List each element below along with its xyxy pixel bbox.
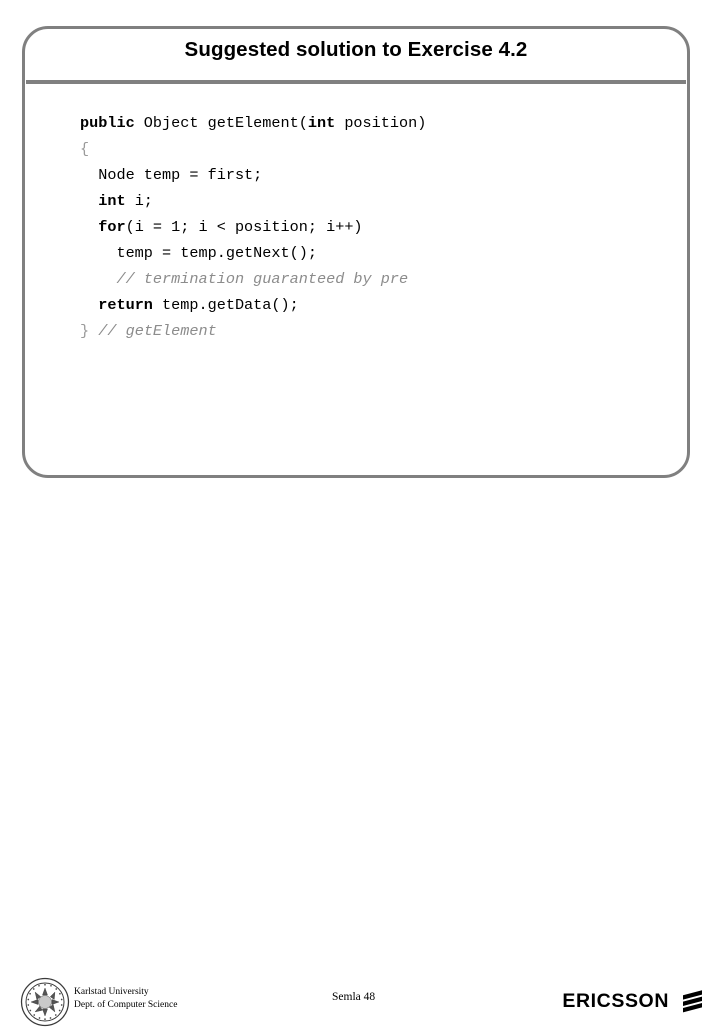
code-line: for(i = 1; i < position; i++) <box>80 214 640 240</box>
code-token-kw: return <box>98 296 153 314</box>
ericsson-wordmark: ERICSSON <box>562 989 669 1012</box>
code-token-plain: Node temp = first; <box>80 166 263 184</box>
code-token-plain: i; <box>125 192 153 210</box>
university-name: Karlstad University <box>74 987 149 997</box>
code-token-kw: int <box>98 192 126 210</box>
code-listing: public Object getElement(int position){ … <box>80 110 640 344</box>
university-affiliation: Karlstad University Dept. of Computer Sc… <box>74 986 177 1011</box>
page-title: Suggested solution to Exercise 4.2 <box>184 38 528 61</box>
code-token-comment: // getElement <box>98 322 217 340</box>
code-token-plain: temp = temp.getNext(); <box>80 244 317 262</box>
ericsson-logo: ERICSSON <box>562 988 706 1014</box>
code-line: Node temp = first; <box>80 162 640 188</box>
code-line: int i; <box>80 188 640 214</box>
karlstad-university-seal-icon <box>20 977 70 1027</box>
code-token-punct: } <box>80 322 90 340</box>
code-line: return temp.getData(); <box>80 292 640 318</box>
code-token-kw: for <box>98 218 126 236</box>
code-token-comment: // termination guaranteed by pre <box>116 270 409 288</box>
title-divider <box>26 80 686 84</box>
code-token-kw: public <box>80 114 135 132</box>
code-token-plain: (i = 1; i < position; i++) <box>125 218 363 236</box>
code-token-kw: int <box>307 114 336 132</box>
code-token-plain: Object getElement( <box>134 114 308 132</box>
title-block: Suggested solution to Exercise 4.2 <box>22 38 690 62</box>
slide-footer: Karlstad University Dept. of Computer Sc… <box>0 488 720 1027</box>
code-line: // termination guaranteed by pre <box>80 266 640 292</box>
ericsson-bars-icon <box>683 990 702 1013</box>
university-department: Dept. of Computer Science <box>74 999 178 1010</box>
code-line: } // getElement <box>80 318 640 344</box>
code-line: public Object getElement(int position) <box>80 110 640 136</box>
code-line: { <box>80 136 640 162</box>
code-token-punct: { <box>80 140 90 158</box>
code-line: temp = temp.getNext(); <box>80 240 640 266</box>
code-token-plain: temp.getData(); <box>152 296 299 314</box>
code-token-plain: position) <box>335 114 427 132</box>
page-label: Semla 48 <box>332 991 376 1003</box>
